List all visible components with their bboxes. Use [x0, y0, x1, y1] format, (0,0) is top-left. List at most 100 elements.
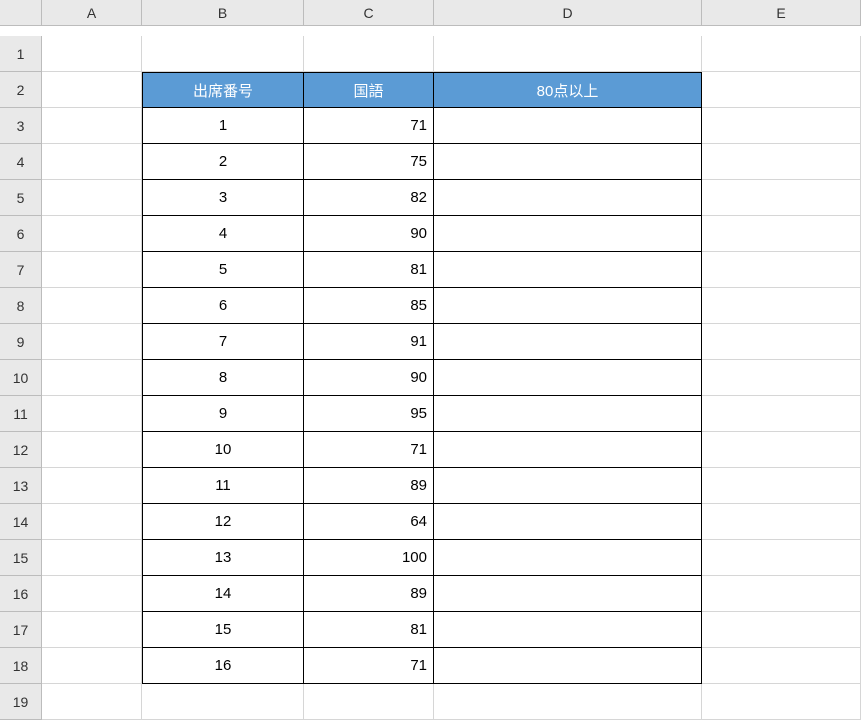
data-flag-10[interactable] — [434, 468, 702, 504]
row-header-8[interactable]: 8 — [0, 288, 42, 324]
cell-19-4[interactable] — [434, 684, 702, 720]
cell-14-A[interactable] — [42, 504, 142, 540]
col-header-D[interactable]: D — [434, 0, 702, 26]
row-header-12[interactable]: 12 — [0, 432, 42, 468]
spreadsheet[interactable]: ABCDE12出席番号国語80点以上3171427553826490758186… — [0, 0, 861, 720]
select-all-corner[interactable] — [0, 0, 42, 26]
data-score-11[interactable]: 64 — [304, 504, 434, 540]
cell-4-E[interactable] — [702, 144, 861, 180]
data-id-3[interactable]: 4 — [142, 216, 304, 252]
data-score-13[interactable]: 89 — [304, 576, 434, 612]
cell-15-E[interactable] — [702, 540, 861, 576]
data-flag-14[interactable] — [434, 612, 702, 648]
cell-10-E[interactable] — [702, 360, 861, 396]
data-flag-9[interactable] — [434, 432, 702, 468]
cell-19-5[interactable] — [702, 684, 861, 720]
cell-12-E[interactable] — [702, 432, 861, 468]
row-header-19[interactable]: 19 — [0, 684, 42, 720]
data-id-8[interactable]: 9 — [142, 396, 304, 432]
row-header-13[interactable]: 13 — [0, 468, 42, 504]
cell-16-A[interactable] — [42, 576, 142, 612]
table-header-id[interactable]: 出席番号 — [142, 72, 304, 108]
data-flag-5[interactable] — [434, 288, 702, 324]
data-id-10[interactable]: 11 — [142, 468, 304, 504]
cell-4-A[interactable] — [42, 144, 142, 180]
cell-2-A[interactable] — [42, 72, 142, 108]
cell-19-1[interactable] — [42, 684, 142, 720]
cell-3-E[interactable] — [702, 108, 861, 144]
data-id-4[interactable]: 5 — [142, 252, 304, 288]
cell-12-A[interactable] — [42, 432, 142, 468]
cell-17-A[interactable] — [42, 612, 142, 648]
data-score-5[interactable]: 85 — [304, 288, 434, 324]
cell-11-A[interactable] — [42, 396, 142, 432]
cell-18-E[interactable] — [702, 648, 861, 684]
cell-6-A[interactable] — [42, 216, 142, 252]
row-header-17[interactable]: 17 — [0, 612, 42, 648]
row-header-7[interactable]: 7 — [0, 252, 42, 288]
data-id-5[interactable]: 6 — [142, 288, 304, 324]
data-flag-11[interactable] — [434, 504, 702, 540]
data-id-2[interactable]: 3 — [142, 180, 304, 216]
cell-7-A[interactable] — [42, 252, 142, 288]
data-flag-1[interactable] — [434, 144, 702, 180]
data-id-9[interactable]: 10 — [142, 432, 304, 468]
data-score-4[interactable]: 81 — [304, 252, 434, 288]
row-header-5[interactable]: 5 — [0, 180, 42, 216]
data-flag-3[interactable] — [434, 216, 702, 252]
row-header-4[interactable]: 4 — [0, 144, 42, 180]
cell-17-E[interactable] — [702, 612, 861, 648]
row-header-15[interactable]: 15 — [0, 540, 42, 576]
data-flag-8[interactable] — [434, 396, 702, 432]
cell-8-A[interactable] — [42, 288, 142, 324]
row-header-18[interactable]: 18 — [0, 648, 42, 684]
data-score-8[interactable]: 95 — [304, 396, 434, 432]
cell-1-5[interactable] — [702, 36, 861, 72]
data-score-14[interactable]: 81 — [304, 612, 434, 648]
data-flag-4[interactable] — [434, 252, 702, 288]
data-score-6[interactable]: 91 — [304, 324, 434, 360]
data-id-0[interactable]: 1 — [142, 108, 304, 144]
data-id-7[interactable]: 8 — [142, 360, 304, 396]
cell-7-E[interactable] — [702, 252, 861, 288]
cell-5-A[interactable] — [42, 180, 142, 216]
table-header-score[interactable]: 国語 — [304, 72, 434, 108]
cell-15-A[interactable] — [42, 540, 142, 576]
row-header-2[interactable]: 2 — [0, 72, 42, 108]
col-header-B[interactable]: B — [142, 0, 304, 26]
data-flag-13[interactable] — [434, 576, 702, 612]
data-flag-12[interactable] — [434, 540, 702, 576]
cell-9-A[interactable] — [42, 324, 142, 360]
row-header-14[interactable]: 14 — [0, 504, 42, 540]
cell-11-E[interactable] — [702, 396, 861, 432]
data-id-11[interactable]: 12 — [142, 504, 304, 540]
cell-6-E[interactable] — [702, 216, 861, 252]
cell-2-E[interactable] — [702, 72, 861, 108]
cell-14-E[interactable] — [702, 504, 861, 540]
data-score-0[interactable]: 71 — [304, 108, 434, 144]
cell-1-3[interactable] — [304, 36, 434, 72]
col-header-A[interactable]: A — [42, 0, 142, 26]
cell-8-E[interactable] — [702, 288, 861, 324]
cell-16-E[interactable] — [702, 576, 861, 612]
row-header-6[interactable]: 6 — [0, 216, 42, 252]
cell-19-2[interactable] — [142, 684, 304, 720]
data-score-15[interactable]: 71 — [304, 648, 434, 684]
cell-19-3[interactable] — [304, 684, 434, 720]
data-id-6[interactable]: 7 — [142, 324, 304, 360]
table-header-flag[interactable]: 80点以上 — [434, 72, 702, 108]
cell-18-A[interactable] — [42, 648, 142, 684]
cell-5-E[interactable] — [702, 180, 861, 216]
col-header-C[interactable]: C — [304, 0, 434, 26]
cell-10-A[interactable] — [42, 360, 142, 396]
data-score-7[interactable]: 90 — [304, 360, 434, 396]
row-header-10[interactable]: 10 — [0, 360, 42, 396]
cell-9-E[interactable] — [702, 324, 861, 360]
cell-13-A[interactable] — [42, 468, 142, 504]
col-header-E[interactable]: E — [702, 0, 861, 26]
row-header-9[interactable]: 9 — [0, 324, 42, 360]
row-header-1[interactable]: 1 — [0, 36, 42, 72]
data-score-3[interactable]: 90 — [304, 216, 434, 252]
data-id-1[interactable]: 2 — [142, 144, 304, 180]
data-flag-7[interactable] — [434, 360, 702, 396]
